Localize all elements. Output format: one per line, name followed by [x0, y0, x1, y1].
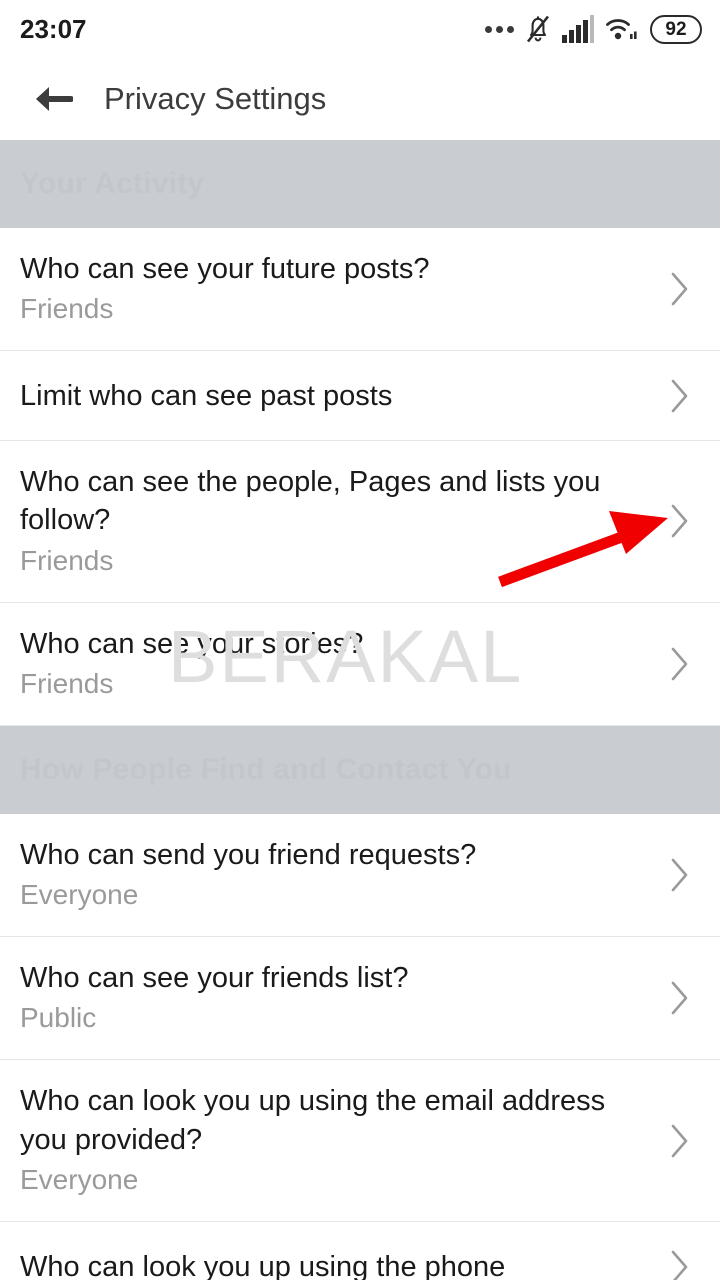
setting-row-value: Friends	[20, 293, 114, 325]
section-header-label: Your Activity	[20, 167, 205, 200]
row-text: Who can look you up using the phone	[20, 1226, 660, 1280]
setting-row-people-pages-lists-you-follow[interactable]: Who can see the people, Pages and lists …	[0, 441, 720, 603]
page-title: Privacy Settings	[104, 81, 327, 116]
setting-row-value: Public	[20, 1002, 97, 1034]
setting-row-limit-past-posts[interactable]: Limit who can see past posts	[0, 351, 720, 442]
row-text: Who can see your future posts? Friends	[20, 228, 660, 350]
chevron-right-icon[interactable]	[660, 979, 700, 1017]
more-dots-icon	[485, 25, 514, 33]
setting-row-value: Everyone	[20, 879, 139, 911]
setting-row-stories[interactable]: Who can see your stories? Friends	[0, 602, 720, 726]
setting-row-value: Friends	[20, 667, 114, 699]
setting-row-friends-list[interactable]: Who can see your friends list? Public	[0, 937, 720, 1061]
row-text: Who can see the people, Pages and lists …	[20, 441, 660, 601]
setting-row-title: Who can look you up using the phone	[20, 1250, 506, 1280]
setting-row-title: Who can see the people, Pages and lists …	[20, 466, 601, 537]
privacy-settings-list: Your Activity Who can see your future po…	[0, 140, 720, 1280]
wifi-icon	[606, 19, 637, 40]
chevron-right-icon[interactable]	[660, 1248, 700, 1280]
back-button[interactable]	[28, 75, 76, 123]
setting-row-title: Who can send you friend requests?	[20, 838, 477, 871]
section-header-how-people-find-and-contact-you: How People Find and Contact You	[0, 725, 720, 814]
section-header-label: How People Find and Contact You	[20, 752, 512, 786]
status-bar-clock: 23:07	[20, 13, 87, 44]
setting-row-friend-requests[interactable]: Who can send you friend requests? Everyo…	[0, 813, 720, 938]
section-header-your-activity: Your Activity	[0, 140, 720, 228]
setting-row-title: Who can see your future posts?	[20, 253, 430, 285]
row-text: Who can see your friends list? Public	[20, 937, 660, 1059]
app-bar: Privacy Settings	[0, 58, 720, 140]
setting-row-future-posts[interactable]: Who can see your future posts? Friends	[0, 228, 720, 352]
setting-row-lookup-email[interactable]: Who can look you up using the email addr…	[0, 1060, 720, 1222]
setting-row-lookup-phone[interactable]: Who can look you up using the phone	[0, 1221, 720, 1280]
setting-row-title: Who can look you up using the email addr…	[20, 1085, 606, 1156]
setting-row-title: Who can see your stories?	[20, 627, 364, 660]
chevron-right-icon[interactable]	[660, 377, 700, 415]
chevron-right-icon[interactable]	[660, 270, 700, 308]
chevron-right-icon[interactable]	[660, 1122, 700, 1160]
row-text: Who can look you up using the email addr…	[20, 1060, 660, 1220]
cellular-signal-icon	[562, 15, 594, 43]
status-bar: 23:07 92	[0, 0, 720, 58]
row-text: Who can send you friend requests? Everyo…	[20, 814, 660, 936]
setting-row-value: Friends	[20, 544, 114, 576]
bell-muted-icon	[526, 15, 550, 43]
row-text: Who can see your stories? Friends	[20, 603, 660, 725]
battery-level-label: 92	[665, 18, 687, 40]
chevron-right-icon[interactable]	[660, 856, 700, 894]
chevron-right-icon[interactable]	[660, 502, 700, 540]
setting-row-value: Everyone	[20, 1163, 139, 1195]
setting-row-title: Who can see your friends list?	[20, 962, 409, 995]
status-bar-icons: 92	[485, 14, 702, 44]
setting-row-title: Limit who can see past posts	[20, 379, 393, 412]
battery-icon: 92	[650, 14, 702, 44]
arrow-left-icon	[36, 87, 73, 111]
chevron-right-icon[interactable]	[660, 645, 700, 683]
row-text: Limit who can see past posts	[20, 355, 660, 437]
phone-screen: 23:07 92 Privacy Settings Your Activity …	[0, 0, 720, 1280]
